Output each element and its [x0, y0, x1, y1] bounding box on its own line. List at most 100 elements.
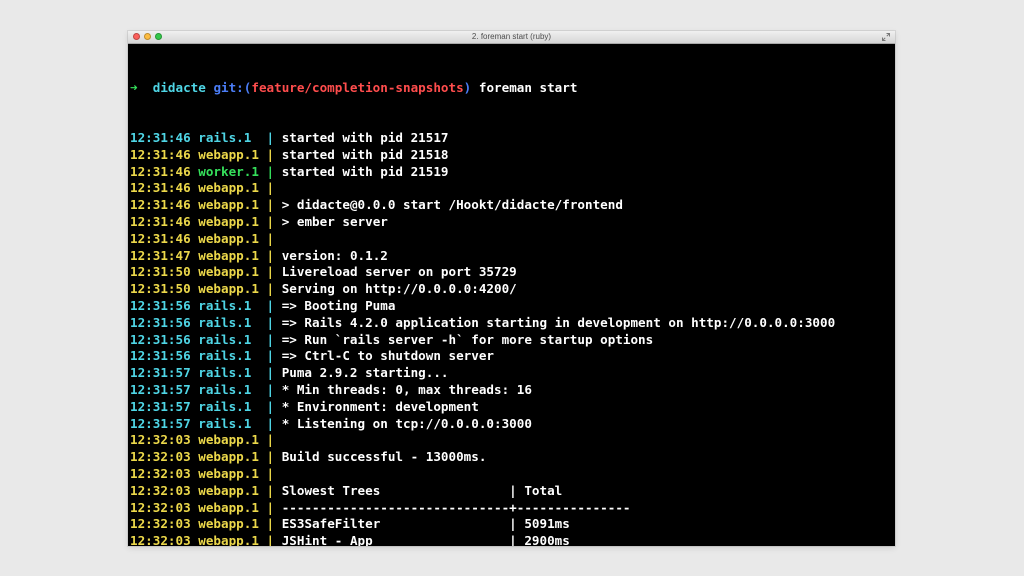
log-line: 12:31:50 webapp.1 | Livereload server on… — [130, 264, 895, 281]
log-message: => Run `rails server -h` for more startu… — [281, 331, 654, 347]
log-separator: | — [251, 129, 275, 145]
log-process-name: webapp.1 — [198, 482, 259, 498]
log-separator: | — [258, 281, 275, 297]
log-timestamp: 12:32:03 — [130, 516, 191, 532]
log-process-name: worker.1 — [198, 163, 259, 179]
log-separator: | — [251, 314, 275, 330]
terminal-output[interactable]: ➜ didacte git:(feature/completion-snapsh… — [128, 44, 895, 546]
log-timestamp: 12:32:03 — [130, 432, 191, 448]
log-process-name: webapp.1 — [198, 180, 259, 196]
log-separator: | — [258, 264, 275, 280]
log-process-name: rails.1 — [198, 314, 252, 330]
log-line: 12:31:46 webapp.1 | > didacte@0.0.0 star… — [130, 197, 895, 214]
log-line: 12:31:47 webapp.1 | version: 0.1.2 — [130, 248, 895, 265]
log-process-name: webapp.1 — [198, 432, 259, 448]
log-message: Slowest Trees | Total — [281, 482, 563, 498]
log-process-name: webapp.1 — [198, 449, 259, 465]
log-line: 12:32:03 webapp.1 | ES3SafeFilter | 5091… — [130, 516, 895, 533]
title-bar: 2. foreman start (ruby) — [128, 31, 895, 44]
log-timestamp: 12:31:46 — [130, 163, 191, 179]
log-timestamp: 12:31:46 — [130, 230, 191, 246]
log-line: 12:31:56 rails.1 | => Ctrl-C to shutdown… — [130, 348, 895, 365]
prompt-line: ➜ didacte git:(feature/completion-snapsh… — [130, 80, 895, 97]
log-message: * Min threads: 0, max threads: 16 — [281, 381, 532, 397]
log-line: 12:32:03 webapp.1 | — [130, 432, 895, 449]
log-timestamp: 12:32:03 — [130, 499, 191, 515]
log-timestamp: 12:31:50 — [130, 264, 191, 280]
log-process-name: webapp.1 — [198, 533, 259, 546]
log-process-name: webapp.1 — [198, 230, 259, 246]
log-process-name: webapp.1 — [198, 197, 259, 213]
log-process-name: rails.1 — [198, 415, 252, 431]
git-close: ) — [463, 79, 472, 95]
log-message: * Listening on tcp://0.0.0.0:3000 — [281, 415, 532, 431]
log-process-name: rails.1 — [198, 331, 252, 347]
log-separator: | — [258, 180, 275, 196]
log-line: 12:32:03 webapp.1 | JSHint - App | 2900m… — [130, 533, 895, 546]
log-message: Livereload server on port 35729 — [281, 264, 517, 280]
log-process-name: webapp.1 — [198, 146, 259, 162]
log-line: 12:31:56 rails.1 | => Rails 4.2.0 applic… — [130, 315, 895, 332]
log-line: 12:31:57 rails.1 | * Environment: develo… — [130, 399, 895, 416]
log-separator: | — [251, 365, 275, 381]
log-process-name: webapp.1 — [198, 499, 259, 515]
log-separator: | — [251, 415, 275, 431]
prompt-directory: didacte — [152, 79, 206, 95]
log-timestamp: 12:31:47 — [130, 247, 191, 263]
log-line: 12:31:46 rails.1 | started with pid 2151… — [130, 130, 895, 147]
log-timestamp: 12:31:57 — [130, 381, 191, 397]
log-timestamp: 12:32:03 — [130, 533, 191, 546]
log-separator: | — [251, 297, 275, 313]
log-lines: 12:31:46 rails.1 | started with pid 2151… — [130, 130, 895, 546]
log-timestamp: 12:31:46 — [130, 129, 191, 145]
log-timestamp: 12:31:46 — [130, 197, 191, 213]
log-line: 12:32:03 webapp.1 | Build successful - 1… — [130, 449, 895, 466]
log-separator: | — [251, 381, 275, 397]
log-process-name: webapp.1 — [198, 213, 259, 229]
log-timestamp: 12:31:50 — [130, 281, 191, 297]
log-timestamp: 12:31:57 — [130, 415, 191, 431]
log-line: 12:31:57 rails.1 | * Listening on tcp://… — [130, 416, 895, 433]
log-message: * Environment: development — [281, 398, 479, 414]
log-timestamp: 12:31:46 — [130, 146, 191, 162]
log-separator: | — [258, 197, 275, 213]
log-separator: | — [258, 146, 275, 162]
log-separator: | — [251, 398, 275, 414]
log-process-name: webapp.1 — [198, 465, 259, 481]
log-message: Build successful - 13000ms. — [281, 449, 487, 465]
log-message: started with pid 21519 — [281, 163, 449, 179]
log-timestamp: 12:32:03 — [130, 465, 191, 481]
log-message: Puma 2.9.2 starting... — [281, 365, 449, 381]
log-line: 12:31:46 webapp.1 | > ember server — [130, 214, 895, 231]
fullscreen-icon[interactable] — [882, 33, 890, 41]
log-process-name: rails.1 — [198, 365, 252, 381]
log-message: > ember server — [281, 213, 388, 229]
log-timestamp: 12:31:56 — [130, 331, 191, 347]
log-timestamp: 12:31:56 — [130, 297, 191, 313]
log-separator: | — [258, 482, 275, 498]
log-separator: | — [251, 348, 275, 364]
log-message: => Ctrl-C to shutdown server — [281, 348, 494, 364]
log-process-name: webapp.1 — [198, 264, 259, 280]
log-separator: | — [258, 499, 275, 515]
log-timestamp: 12:31:56 — [130, 348, 191, 364]
git-label: git:( — [213, 79, 252, 95]
log-separator: | — [258, 449, 275, 465]
log-timestamp: 12:31:57 — [130, 365, 191, 381]
log-process-name: rails.1 — [198, 129, 252, 145]
log-separator: | — [258, 465, 275, 481]
log-line: 12:31:57 rails.1 | Puma 2.9.2 starting..… — [130, 365, 895, 382]
prompt-arrow-icon: ➜ — [130, 79, 138, 95]
log-process-name: rails.1 — [198, 398, 252, 414]
log-process-name: rails.1 — [198, 381, 252, 397]
log-line: 12:31:46 webapp.1 | started with pid 215… — [130, 147, 895, 164]
log-message: ES3SafeFilter | 5091ms — [281, 516, 570, 532]
log-timestamp: 12:32:03 — [130, 449, 191, 465]
log-line: 12:31:56 rails.1 | => Booting Puma — [130, 298, 895, 315]
log-line: 12:31:46 webapp.1 | — [130, 231, 895, 248]
log-separator: | — [258, 230, 275, 246]
log-line: 12:31:57 rails.1 | * Min threads: 0, max… — [130, 382, 895, 399]
log-separator: | — [258, 163, 275, 179]
log-line: 12:32:03 webapp.1 | --------------------… — [130, 500, 895, 517]
git-branch: feature/completion-snapshots — [251, 79, 464, 95]
